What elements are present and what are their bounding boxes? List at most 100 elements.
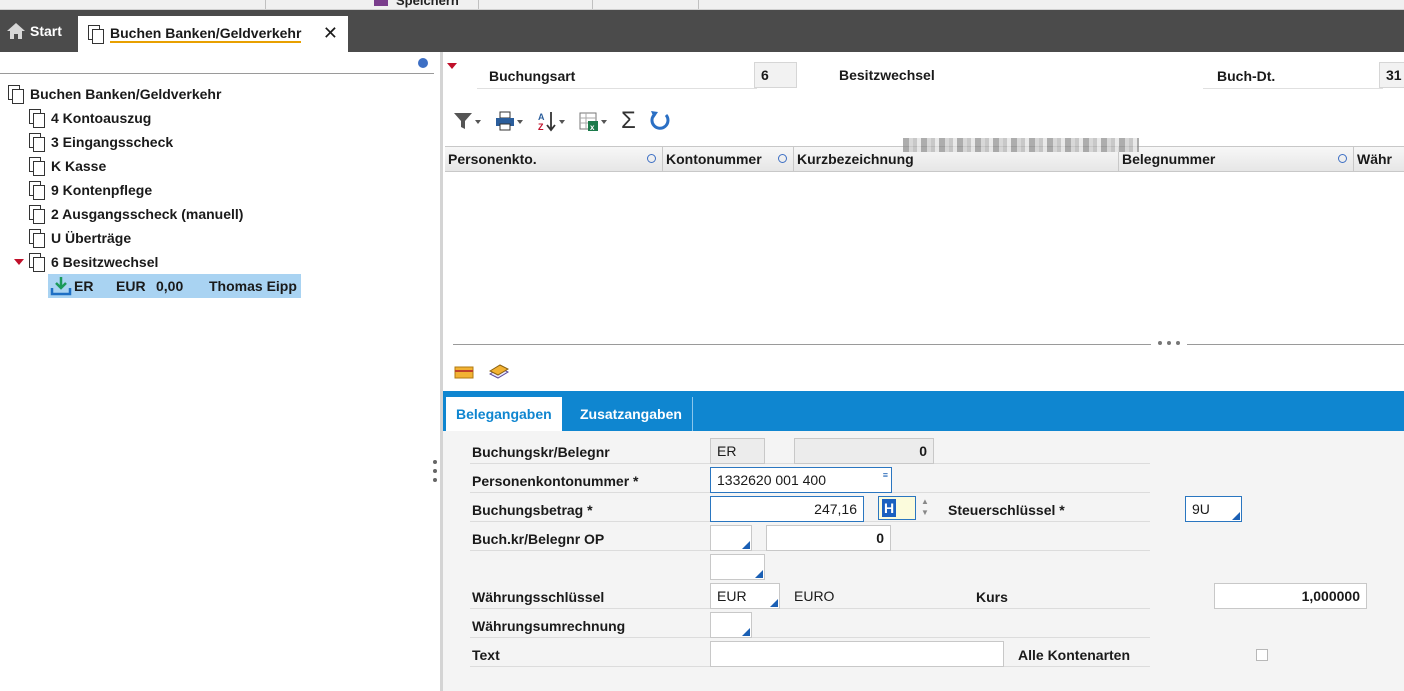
waehrung-value: EUR — [717, 588, 747, 604]
personenkonto-label: Personenkontonummer * — [472, 473, 639, 489]
tab-belegangaben[interactable]: Belegangaben — [446, 397, 562, 431]
buchungskreis-label: Buchungskr/Belegnr — [472, 444, 610, 460]
entry-name: Thomas Eipp — [209, 278, 297, 294]
divider — [0, 73, 434, 74]
divider — [477, 88, 757, 89]
buch-dt-label: Buch-Dt. — [1217, 68, 1276, 84]
column-belegnummer[interactable]: Belegnummer — [1119, 147, 1354, 171]
extra-field[interactable] — [710, 554, 765, 580]
save-icon[interactable] — [374, 0, 388, 6]
tree-item-uebertraege[interactable]: U Überträge — [29, 228, 131, 248]
sort-icon[interactable]: AZ — [537, 109, 567, 133]
tree-item-kontoauszug[interactable]: 4 Kontoauszug — [29, 108, 151, 128]
document-icon — [29, 181, 45, 200]
column-label: Währ — [1357, 151, 1392, 167]
tree-item-eingangsscheck[interactable]: 3 Eingangsscheck — [29, 132, 173, 152]
sum-icon[interactable]: Σ — [621, 107, 636, 134]
buchungskreis-field[interactable]: ER — [710, 438, 765, 464]
column-waehrung[interactable]: Währ — [1354, 147, 1404, 171]
print-icon[interactable] — [495, 109, 525, 133]
umrechnung-field[interactable] — [710, 612, 752, 638]
tab-start[interactable]: Start — [0, 10, 76, 52]
sort-indicator-icon[interactable] — [647, 154, 656, 163]
toolbar-separator — [592, 0, 593, 9]
soll-haben-field[interactable]: H — [878, 496, 916, 520]
tab-zusatzangaben[interactable]: Zusatzangaben — [570, 397, 693, 431]
tree-item-besitzwechsel[interactable]: 6 Besitzwechsel — [29, 252, 158, 272]
tree-selected-entry[interactable]: ER EUR 0,00 Thomas Eipp — [48, 274, 301, 298]
column-personenkto[interactable]: Personenkto. — [445, 147, 663, 171]
tree-item-kasse[interactable]: K Kasse — [29, 156, 106, 176]
cards-stack-icon[interactable] — [488, 364, 510, 380]
document-icon — [88, 25, 104, 44]
op-label: Buch.kr/Belegnr OP — [472, 531, 605, 547]
op-nr-field[interactable]: 0 — [766, 525, 891, 551]
op-kreis-field[interactable] — [710, 525, 752, 551]
filter-icon[interactable] — [453, 109, 483, 133]
column-kontonummer[interactable]: Kontonummer — [663, 147, 794, 171]
text-field[interactable] — [710, 641, 1004, 667]
sort-indicator-icon[interactable] — [1338, 154, 1347, 163]
account-name-redacted — [903, 138, 1139, 152]
svg-text:x: x — [590, 123, 595, 132]
splitter-grip[interactable] — [433, 460, 437, 487]
kurs-field[interactable]: 1,000000 — [1214, 583, 1367, 609]
sort-indicator-icon[interactable] — [778, 154, 787, 163]
tab-buchen-banken[interactable]: Buchen Banken/Geldverkehr ✕ — [78, 16, 348, 52]
tree-item-label: 3 Eingangsscheck — [51, 134, 174, 150]
divider — [1203, 88, 1383, 89]
tree-item-label: 6 Besitzwechsel — [51, 254, 159, 270]
card-icon[interactable] — [454, 364, 474, 380]
document-icon — [8, 85, 24, 104]
svg-text:Z: Z — [538, 122, 544, 132]
close-tab-icon[interactable]: ✕ — [323, 23, 338, 44]
tree-root[interactable]: Buchen Banken/Geldverkehr — [8, 84, 221, 104]
alle-kontenarten-checkbox[interactable] — [1256, 649, 1268, 661]
splitter-grip[interactable] — [1151, 336, 1187, 350]
tab-start-label: Start — [30, 23, 62, 39]
tab-label: Buchen Banken/Geldverkehr — [110, 25, 302, 43]
document-icon — [29, 133, 45, 152]
buchungsbetrag-label: Buchungsbetrag * — [472, 502, 593, 518]
divider — [470, 637, 1150, 638]
belegnr-field[interactable]: 0 — [794, 438, 934, 464]
toolbar-separator — [698, 0, 699, 9]
collapse-arrow-icon[interactable] — [447, 63, 457, 69]
soll-haben-value: H — [882, 499, 896, 517]
document-icon — [29, 109, 45, 128]
steuerschluessel-field[interactable]: 9U — [1185, 496, 1242, 522]
dropdown-corner-icon — [1232, 512, 1240, 520]
waehrung-field[interactable]: EUR — [710, 583, 780, 609]
personenkonto-field[interactable]: 1332620 001 400 ≡ — [710, 467, 892, 493]
tab-bar: Start Buchen Banken/Geldverkehr ✕ — [0, 10, 1404, 52]
svg-text:A: A — [538, 112, 545, 122]
buchungsart-name: Besitzwechsel — [839, 67, 935, 83]
excel-export-icon[interactable]: x — [579, 109, 609, 133]
download-icon — [50, 277, 72, 296]
kurs-label: Kurs — [976, 589, 1008, 605]
buch-dt-field[interactable]: 31 — [1379, 62, 1404, 88]
entry-code: ER — [74, 278, 94, 294]
save-button[interactable]: Speichern — [396, 0, 459, 8]
expand-arrow-icon[interactable] — [14, 259, 24, 265]
refresh-icon[interactable] — [648, 109, 672, 133]
divider — [470, 608, 1150, 609]
tree-item-ausgangsscheck[interactable]: 2 Ausgangsscheck (manuell) — [29, 204, 243, 224]
toolbar-separator — [265, 0, 266, 9]
spinner-icon[interactable]: ▲ ▼ — [921, 496, 931, 520]
tree-item-kontenpflege[interactable]: 9 Kontenpflege — [29, 180, 152, 200]
column-label: Kontonummer — [666, 151, 762, 167]
horizontal-splitter[interactable] — [453, 344, 1404, 345]
buchungsbetrag-field[interactable]: 247,16 — [710, 496, 864, 522]
tree-item-label: 9 Kontenpflege — [51, 182, 153, 198]
column-label: Kurzbezeichnung — [797, 151, 914, 167]
toolbar-separator — [478, 0, 479, 9]
document-icon — [29, 253, 45, 272]
buchungsart-field[interactable]: 6 — [754, 62, 797, 88]
lookup-icon[interactable]: ≡ — [883, 470, 888, 480]
personenkonto-value: 1332620 001 400 — [717, 472, 826, 488]
tree-item-label: 2 Ausgangsscheck (manuell) — [51, 206, 244, 222]
alle-kontenarten-label: Alle Kontenarten — [1018, 647, 1131, 663]
main-panel: Buchungsart 6 Besitzwechsel Buch-Dt. 31 … — [443, 52, 1404, 691]
steuerschluessel-value: 9U — [1192, 501, 1210, 517]
